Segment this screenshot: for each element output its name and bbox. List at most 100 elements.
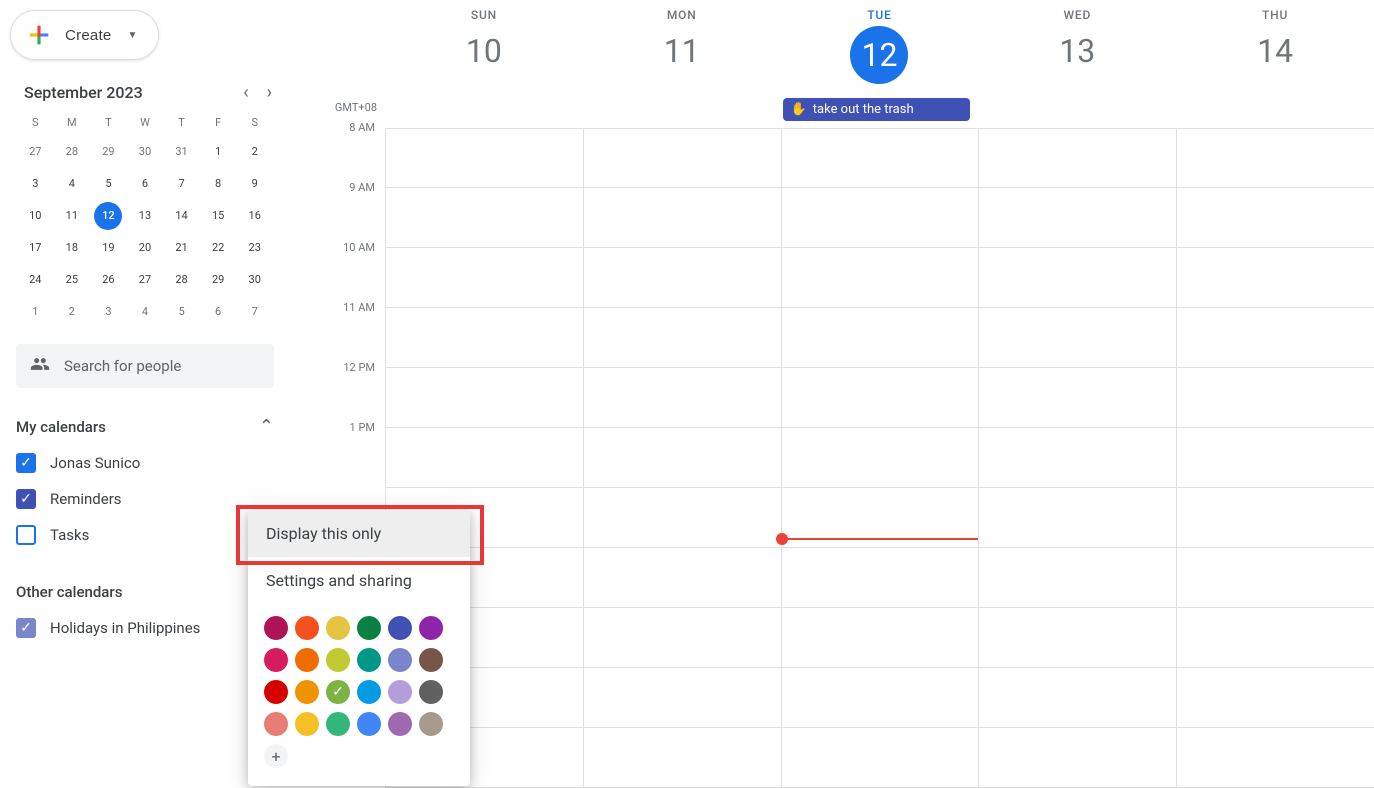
hour-cell[interactable] xyxy=(386,308,583,368)
mini-cal-day[interactable]: 22 xyxy=(204,234,232,262)
mini-cal-day[interactable]: 2 xyxy=(58,298,86,326)
hour-cell[interactable] xyxy=(782,188,979,248)
calendar-item[interactable]: Tasks xyxy=(10,517,280,553)
hour-cell[interactable] xyxy=(1177,248,1374,308)
color-option[interactable] xyxy=(419,616,443,640)
color-option[interactable] xyxy=(419,680,443,704)
hour-cell[interactable] xyxy=(782,428,979,488)
hour-cell[interactable] xyxy=(1177,188,1374,248)
color-option[interactable] xyxy=(264,712,288,736)
display-this-only-item[interactable]: Display this only xyxy=(248,510,470,557)
mini-cal-day[interactable]: 26 xyxy=(94,266,122,294)
mini-cal-day[interactable]: 24 xyxy=(21,266,49,294)
hour-cell[interactable] xyxy=(979,368,1176,428)
hour-cell[interactable] xyxy=(979,128,1176,188)
color-option[interactable] xyxy=(295,648,319,672)
add-color-button[interactable]: + xyxy=(264,744,288,768)
mini-cal-day[interactable]: 6 xyxy=(204,298,232,326)
color-option[interactable] xyxy=(326,616,350,640)
hour-cell[interactable] xyxy=(584,368,781,428)
day-header[interactable]: TUE12✋take out the trash xyxy=(781,0,979,128)
hour-cell[interactable] xyxy=(584,668,781,728)
mini-cal-day[interactable]: 5 xyxy=(168,298,196,326)
day-column[interactable] xyxy=(583,128,781,788)
hour-cell[interactable] xyxy=(1177,368,1374,428)
mini-cal-day[interactable]: 3 xyxy=(94,298,122,326)
hour-cell[interactable] xyxy=(386,128,583,188)
color-option[interactable] xyxy=(419,712,443,736)
mini-cal-day[interactable]: 7 xyxy=(241,298,269,326)
mini-cal-day[interactable]: 8 xyxy=(204,170,232,198)
calendar-item[interactable]: ✓Jonas Sunico xyxy=(10,445,280,481)
settings-sharing-item[interactable]: Settings and sharing xyxy=(248,557,470,604)
hour-cell[interactable] xyxy=(1177,608,1374,668)
calendar-item[interactable]: ✓Reminders xyxy=(10,481,280,517)
mini-cal-day[interactable]: 5 xyxy=(94,170,122,198)
create-button[interactable]: Create ▼ xyxy=(10,10,159,60)
hour-cell[interactable] xyxy=(1177,668,1374,728)
color-option[interactable]: ✓ xyxy=(326,680,350,704)
hour-cell[interactable] xyxy=(979,308,1176,368)
day-header[interactable]: WED13 xyxy=(978,0,1176,128)
hour-cell[interactable] xyxy=(1177,728,1374,788)
hour-cell[interactable] xyxy=(979,188,1176,248)
mini-cal-day[interactable]: 23 xyxy=(241,234,269,262)
color-option[interactable] xyxy=(419,648,443,672)
color-option[interactable] xyxy=(388,712,412,736)
hour-cell[interactable] xyxy=(979,728,1176,788)
search-people-input[interactable]: Search for people xyxy=(16,344,274,388)
day-header[interactable]: SUN10 xyxy=(385,0,583,128)
hour-cell[interactable] xyxy=(979,548,1176,608)
day-header[interactable]: THU14 xyxy=(1176,0,1374,128)
color-option[interactable] xyxy=(264,616,288,640)
mini-cal-day[interactable]: 2 xyxy=(241,138,269,166)
mini-cal-day[interactable]: 18 xyxy=(58,234,86,262)
day-header[interactable]: MON11 xyxy=(583,0,781,128)
color-option[interactable] xyxy=(388,680,412,704)
mini-cal-day[interactable]: 28 xyxy=(168,266,196,294)
mini-cal-day[interactable]: 28 xyxy=(58,138,86,166)
hour-cell[interactable] xyxy=(1177,428,1374,488)
color-option[interactable] xyxy=(326,648,350,672)
color-option[interactable] xyxy=(357,616,381,640)
color-option[interactable] xyxy=(388,616,412,640)
hour-cell[interactable] xyxy=(584,248,781,308)
color-option[interactable] xyxy=(357,648,381,672)
mini-cal-day[interactable]: 3 xyxy=(21,170,49,198)
calendar-checkbox[interactable]: ✓ xyxy=(16,489,36,509)
mini-cal-day[interactable]: 1 xyxy=(21,298,49,326)
prev-month-button[interactable]: ‹ xyxy=(243,82,248,103)
mini-cal-day[interactable]: 9 xyxy=(241,170,269,198)
allday-event[interactable]: ✋take out the trash xyxy=(783,98,971,121)
hour-cell[interactable] xyxy=(782,368,979,428)
hour-cell[interactable] xyxy=(782,668,979,728)
hour-cell[interactable] xyxy=(584,188,781,248)
hour-cell[interactable] xyxy=(1177,128,1374,188)
hour-cell[interactable] xyxy=(584,488,781,548)
hour-cell[interactable] xyxy=(584,608,781,668)
mini-cal-day[interactable]: 29 xyxy=(204,266,232,294)
mini-cal-day[interactable]: 21 xyxy=(168,234,196,262)
hour-cell[interactable] xyxy=(782,728,979,788)
day-column[interactable] xyxy=(978,128,1176,788)
mini-cal-day[interactable]: 7 xyxy=(168,170,196,198)
color-option[interactable] xyxy=(357,680,381,704)
mini-cal-day[interactable]: 17 xyxy=(21,234,49,262)
other-calendars-header[interactable]: Other calendars + xyxy=(16,581,274,602)
mini-cal-day[interactable]: 11 xyxy=(58,202,86,230)
hour-cell[interactable] xyxy=(979,488,1176,548)
color-option[interactable] xyxy=(388,648,412,672)
hour-cell[interactable] xyxy=(782,248,979,308)
hour-cell[interactable] xyxy=(584,428,781,488)
color-option[interactable] xyxy=(295,680,319,704)
my-calendars-header[interactable]: My calendars ⌃ xyxy=(16,416,274,437)
mini-cal-day[interactable]: 10 xyxy=(21,202,49,230)
calendar-checkbox[interactable]: ✓ xyxy=(16,618,36,638)
next-month-button[interactable]: › xyxy=(267,82,272,103)
hour-cell[interactable] xyxy=(1177,548,1374,608)
hour-cell[interactable] xyxy=(584,308,781,368)
mini-cal-day[interactable]: 30 xyxy=(241,266,269,294)
hour-cell[interactable] xyxy=(782,128,979,188)
color-option[interactable] xyxy=(357,712,381,736)
mini-cal-day[interactable]: 30 xyxy=(131,138,159,166)
